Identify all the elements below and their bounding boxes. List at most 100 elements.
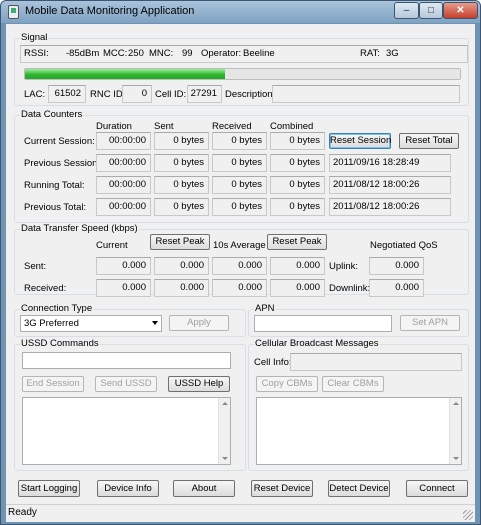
previous-session-date: 2011/09/16 18:28:49 <box>329 154 451 172</box>
current-session-received: 0 bytes <box>212 132 267 150</box>
reset-total-button[interactable]: Reset Total <box>399 133 459 149</box>
ussd-input[interactable] <box>22 352 231 369</box>
reset-device-button[interactable]: Reset Device <box>251 480 313 497</box>
connection-type-label: Connection Type <box>20 303 94 314</box>
mnc-value: 99 <box>182 48 193 59</box>
start-logging-button[interactable]: Start Logging <box>18 480 80 497</box>
previous-session-label: Previous Session: <box>24 158 101 169</box>
app-window: Mobile Data Monitoring Application – □ ✕… <box>0 0 481 525</box>
operator-label: Operator: <box>201 48 242 59</box>
resize-grip-icon[interactable] <box>463 510 473 520</box>
previous-session-combined: 0 bytes <box>270 154 325 172</box>
ussd-scrollbar[interactable] <box>218 398 230 464</box>
clear-cbms-button[interactable]: Clear CBMs <box>322 376 384 392</box>
client-area: Signal RSSI: -85dBm MCC: 250 MNC: 99 Ope… <box>6 24 475 504</box>
reset-peak-average-button[interactable]: Reset Peak <box>267 234 327 250</box>
scroll-up-icon[interactable] <box>453 402 459 405</box>
reset-session-button[interactable]: Reset Session <box>329 133 391 149</box>
apply-button[interactable]: Apply <box>169 315 229 331</box>
connection-type-select[interactable]: 3G Preferred <box>20 315 162 332</box>
detect-device-button[interactable]: Detect Device <box>328 480 390 497</box>
status-bar: Ready <box>6 504 475 522</box>
sent-header: Sent <box>154 121 174 132</box>
current-session-label: Current Session: <box>24 136 95 147</box>
ussd-help-button[interactable]: USSD Help <box>168 376 230 392</box>
rssi-value: -85dBm <box>66 48 100 59</box>
running-total-combined: 0 bytes <box>270 176 325 194</box>
uplink-value: 0.000 <box>369 257 424 275</box>
received-average-peak-value: 0.000 <box>270 279 325 297</box>
sent-current-value: 0.000 <box>96 257 151 275</box>
minimize-button[interactable]: – <box>394 2 419 19</box>
cell-info-value <box>290 353 462 371</box>
sent-average-peak-value: 0.000 <box>270 257 325 275</box>
current-session-sent: 0 bytes <box>154 132 209 150</box>
mcc-value: 250 <box>128 48 144 59</box>
description-label: Description: <box>225 89 276 100</box>
received-header: Received <box>212 121 252 132</box>
received-current-value: 0.000 <box>96 279 151 297</box>
scroll-up-icon[interactable] <box>222 402 228 405</box>
title-bar[interactable]: Mobile Data Monitoring Application – □ ✕ <box>1 1 480 23</box>
previous-session-received: 0 bytes <box>212 154 267 172</box>
cell-id-label: Cell ID: <box>155 89 187 100</box>
dropdown-arrow-icon <box>152 321 158 325</box>
send-ussd-button[interactable]: Send USSD <box>95 376 157 392</box>
cell-info-label: Cell Info: <box>254 357 292 368</box>
previous-total-sent: 0 bytes <box>154 198 209 216</box>
cbm-label: Cellular Broadcast Messages <box>254 338 380 349</box>
cbm-output-box[interactable] <box>256 397 462 465</box>
maximize-button[interactable]: □ <box>419 2 443 19</box>
scroll-down-icon[interactable] <box>453 457 459 460</box>
sent-peak-value: 0.000 <box>154 257 209 275</box>
apn-label: APN <box>254 303 276 314</box>
duration-header: Duration <box>96 121 132 132</box>
set-apn-button[interactable]: Set APN <box>400 315 460 331</box>
rnc-id-value: 0 <box>122 85 152 103</box>
previous-total-combined: 0 bytes <box>270 198 325 216</box>
about-button[interactable]: About <box>173 480 235 497</box>
running-total-duration: 00:00:00 <box>96 176 151 194</box>
current-label: Current <box>96 240 128 251</box>
running-total-date: 2011/08/12 18:00:26 <box>329 176 451 194</box>
previous-total-received: 0 bytes <box>212 198 267 216</box>
apn-input[interactable] <box>254 315 392 332</box>
downlink-label: Downlink: <box>329 283 371 294</box>
ussd-output-box[interactable] <box>22 397 231 465</box>
sent-average-value: 0.000 <box>212 257 267 275</box>
device-info-button[interactable]: Device Info <box>97 480 159 497</box>
lac-value: 61502 <box>48 85 86 103</box>
connect-button[interactable]: Connect <box>406 480 468 497</box>
close-button[interactable]: ✕ <box>443 2 478 19</box>
ussd-label: USSD Commands <box>20 338 100 349</box>
app-icon <box>8 5 19 19</box>
current-session-duration: 00:00:00 <box>96 132 151 150</box>
transfer-speed-label: Data Transfer Speed (kbps) <box>20 223 139 234</box>
operator-value: Beeline <box>243 48 275 59</box>
negotiated-qos-label: Negotiated QoS <box>370 240 438 251</box>
scroll-down-icon[interactable] <box>222 457 228 460</box>
downlink-value: 0.000 <box>369 279 424 297</box>
end-session-button[interactable]: End Session <box>22 376 84 392</box>
cbm-scrollbar[interactable] <box>449 398 461 464</box>
speed-sent-label: Sent: <box>24 261 47 272</box>
current-session-combined: 0 bytes <box>270 132 325 150</box>
copy-cbms-button[interactable]: Copy CBMs <box>256 376 318 392</box>
rat-value: 3G <box>386 48 399 59</box>
cell-id-value: 27291 <box>187 85 222 103</box>
reset-peak-current-button[interactable]: Reset Peak <box>150 234 210 250</box>
data-counters-label: Data Counters <box>20 109 84 120</box>
running-total-label: Running Total: <box>24 180 85 191</box>
received-average-value: 0.000 <box>212 279 267 297</box>
running-total-received: 0 bytes <box>212 176 267 194</box>
lac-label: LAC: <box>24 89 46 100</box>
previous-session-sent: 0 bytes <box>154 154 209 172</box>
rat-label: RAT: <box>360 48 380 59</box>
speed-received-label: Received: <box>24 283 67 294</box>
previous-session-duration: 00:00:00 <box>96 154 151 172</box>
status-text: Ready <box>8 507 37 518</box>
description-value <box>272 85 460 103</box>
uplink-label: Uplink: <box>329 261 359 272</box>
previous-total-date: 2011/08/12 18:00:26 <box>329 198 451 216</box>
combined-header: Combined <box>270 121 314 132</box>
